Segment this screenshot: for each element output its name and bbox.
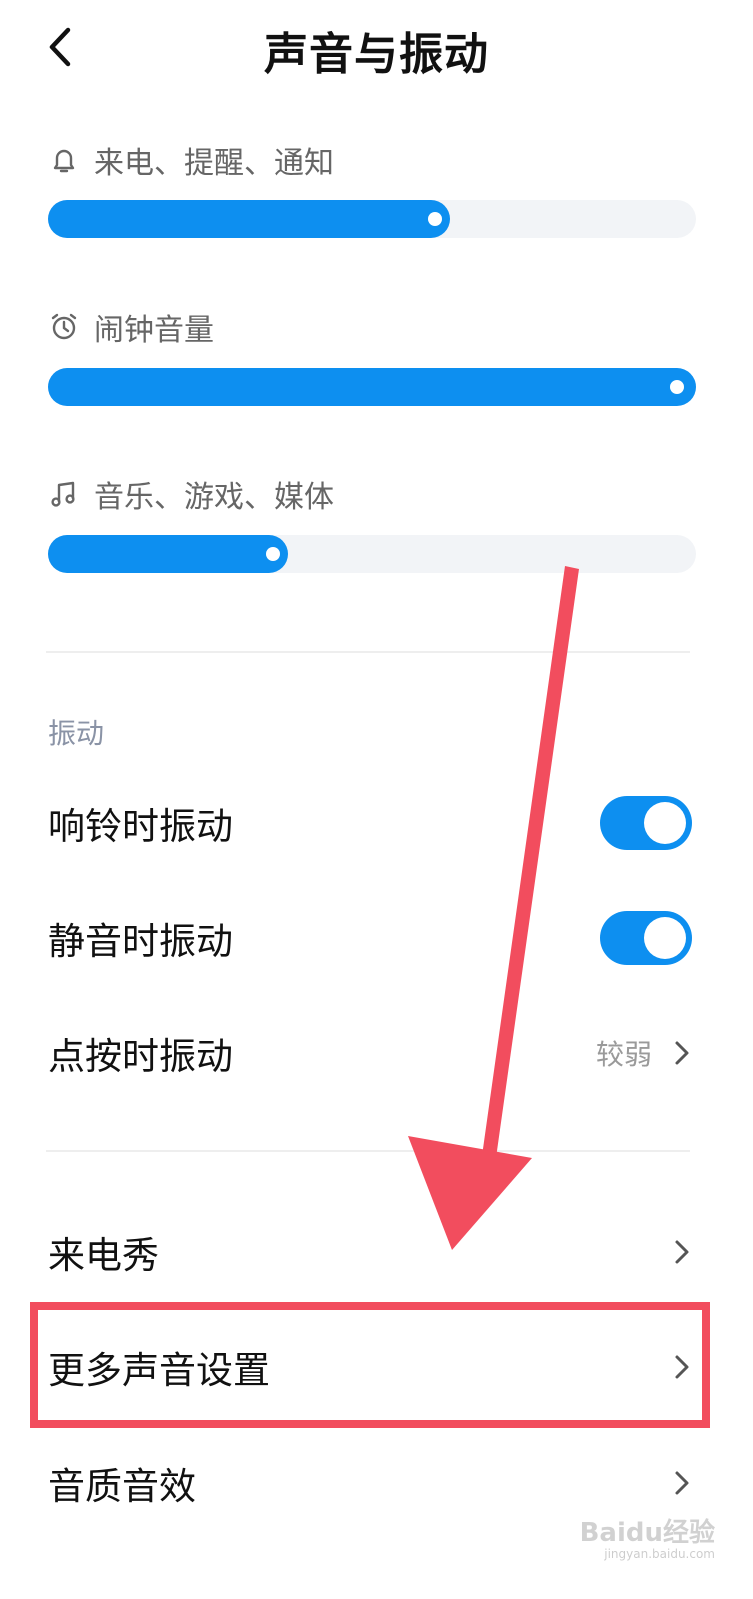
ringer-volume-slider[interactable] xyxy=(48,200,696,238)
alarm-clock-icon xyxy=(48,311,80,343)
silent-vibrate-label: 静音时振动 xyxy=(48,920,233,963)
ring-vibrate-row[interactable]: 响铃时振动 xyxy=(48,783,692,863)
ringer-volume-label-row: 来电、提醒、通知 xyxy=(48,138,334,182)
slider-fill xyxy=(48,200,450,238)
touch-vibrate-label: 点按时振动 xyxy=(48,1035,233,1078)
watermark-subtext: jingyan.baidu.com xyxy=(604,1546,715,1561)
annotation-highlight-box xyxy=(30,1302,710,1428)
silent-vibrate-toggle[interactable] xyxy=(600,911,692,965)
chevron-right-icon xyxy=(675,1240,689,1264)
sound-quality-label: 音质音效 xyxy=(48,1465,196,1508)
caller-show-label: 来电秀 xyxy=(48,1234,159,1277)
divider xyxy=(46,1150,690,1152)
bell-icon xyxy=(48,144,80,176)
ring-vibrate-label: 响铃时振动 xyxy=(48,805,233,848)
chevron-right-icon xyxy=(675,1041,689,1065)
chevron-right-icon xyxy=(675,1471,689,1495)
alarm-volume-slider[interactable] xyxy=(48,368,696,406)
watermark: Baidu经验 jingyan.baidu.com xyxy=(580,1519,715,1561)
toggle-thumb xyxy=(644,802,686,844)
ring-vibrate-toggle[interactable] xyxy=(600,796,692,850)
header: 声音与振动 xyxy=(0,0,753,100)
ringer-volume-label: 来电、提醒、通知 xyxy=(94,146,334,181)
touch-vibrate-value: 较弱 xyxy=(595,1038,652,1071)
media-volume-label-row: 音乐、游戏、媒体 xyxy=(48,472,334,516)
media-volume-slider[interactable] xyxy=(48,535,696,573)
silent-vibrate-row[interactable]: 静音时振动 xyxy=(48,898,692,978)
slider-knob[interactable] xyxy=(427,212,442,226)
slider-fill xyxy=(48,368,696,406)
vibration-section-title: 振动 xyxy=(48,717,105,750)
slider-knob[interactable] xyxy=(265,547,280,561)
watermark-text: Baidu经验 xyxy=(579,1518,715,1549)
music-note-icon xyxy=(48,478,80,510)
media-volume-label: 音乐、游戏、媒体 xyxy=(94,480,334,515)
divider xyxy=(46,651,690,653)
slider-knob[interactable] xyxy=(670,380,684,394)
sound-quality-row[interactable]: 音质音效 xyxy=(48,1443,692,1523)
slider-fill xyxy=(48,535,288,573)
toggle-thumb xyxy=(644,917,686,959)
caller-show-row[interactable]: 来电秀 xyxy=(48,1212,692,1292)
page-title: 声音与振动 xyxy=(264,29,489,80)
alarm-volume-label-row: 闹钟音量 xyxy=(48,305,214,349)
alarm-volume-label: 闹钟音量 xyxy=(94,313,214,348)
touch-vibrate-row[interactable]: 点按时振动 较弱 xyxy=(48,1013,692,1093)
